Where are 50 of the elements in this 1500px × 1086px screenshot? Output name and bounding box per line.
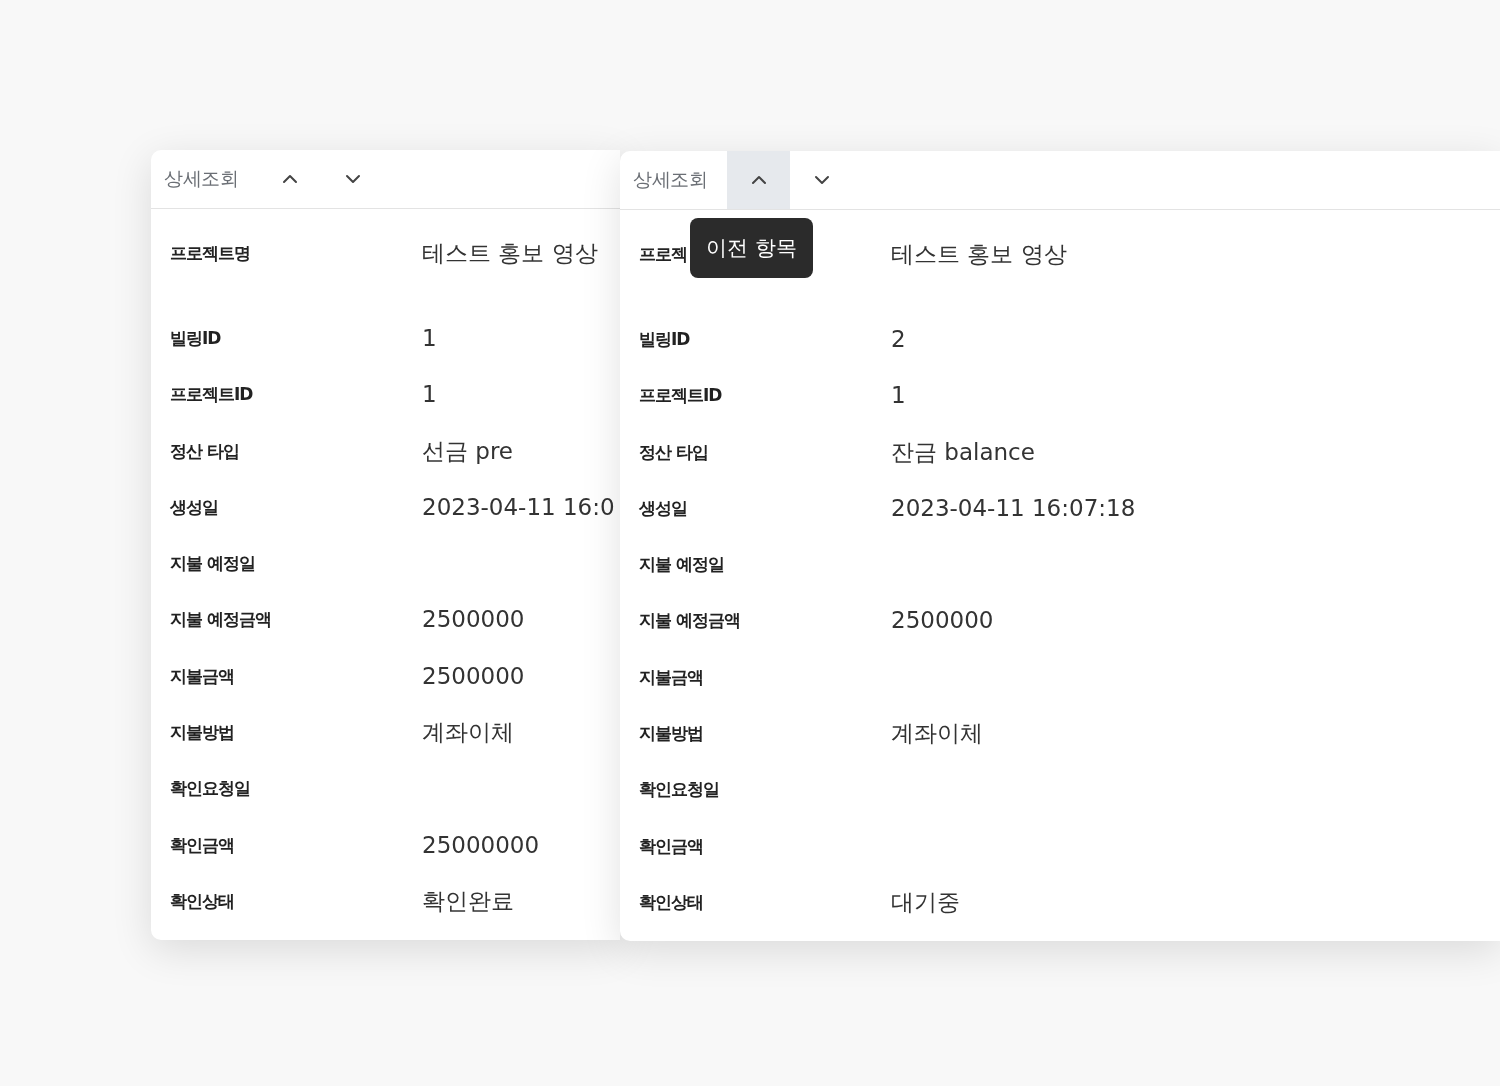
field-value: 테스트 홍보 영상 [422, 239, 598, 268]
field-label: 확인금액 [170, 833, 234, 857]
field-value: 2500000 [891, 606, 994, 636]
panel-title: 상세조회 [633, 167, 707, 192]
field-value: 대기중 [891, 887, 960, 917]
field-value: 1 [422, 324, 437, 353]
field-value: 선금 pre [422, 436, 513, 466]
field-label: 지불 예정금액 [639, 609, 740, 633]
field-label: 빌링ID [639, 328, 690, 351]
field-label: 지불방법 [639, 722, 703, 746]
field-label: 프로젝트ID [639, 384, 722, 408]
field-label: 확인요청일 [170, 777, 250, 801]
chevron-up-icon [281, 174, 298, 184]
field-value: 확인완료 [422, 886, 514, 916]
field-label: 지불 예정일 [170, 552, 255, 576]
field-value: 25000000 [422, 830, 540, 860]
field-value: 2023-04-11 16:0 [422, 492, 615, 522]
tooltip: 이전 항목 [690, 218, 813, 278]
field-label: 확인금액 [639, 834, 703, 858]
field-label: 지불방법 [170, 721, 234, 745]
field-value: 계좌이체 [891, 719, 983, 749]
field-value: 2500000 [422, 605, 525, 635]
field-label: 확인상태 [170, 889, 234, 913]
field-label: 지불금액 [639, 665, 703, 689]
field-label: 프로젝트ID [170, 383, 253, 407]
chevron-up-icon [750, 175, 767, 185]
field-label: 지불 예정일 [639, 553, 724, 577]
field-label: 프로젝 [639, 243, 687, 266]
previous-button[interactable] [727, 151, 790, 209]
field-value: 잔금 balance [891, 437, 1035, 467]
chevron-down-icon [344, 174, 361, 184]
field-label: 확인요청일 [639, 778, 719, 802]
chevron-down-icon [813, 175, 830, 185]
field-value: 1 [422, 380, 437, 410]
field-value: 계좌이체 [422, 718, 514, 748]
field-value: 테스트 홍보 영상 [891, 240, 1067, 269]
field-label: 확인상태 [639, 890, 703, 914]
field-value: 2500000 [422, 661, 525, 691]
field-value: 1 [891, 381, 906, 411]
panel-title: 상세조회 [164, 166, 238, 191]
field-label: 지불금액 [170, 664, 234, 688]
field-value: 2 [891, 325, 906, 354]
field-label: 생성일 [639, 496, 687, 520]
field-label: 지불 예정금액 [170, 608, 271, 632]
field-value: 2023-04-11 16:07:18 [891, 493, 1136, 523]
field-label: 프로젝트명 [170, 242, 250, 265]
field-label: 생성일 [170, 495, 218, 519]
field-label: 정산 타입 [639, 440, 708, 464]
field-label: 정산 타입 [170, 439, 239, 463]
field-label: 빌링ID [170, 327, 221, 350]
